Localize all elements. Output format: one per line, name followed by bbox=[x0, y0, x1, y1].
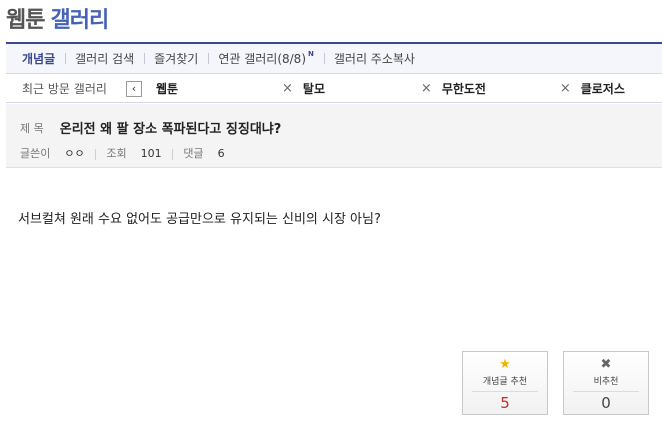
recent-gallery-name[interactable]: 클로저스 bbox=[581, 80, 625, 97]
tab-related-galleries[interactable]: 연관 갤러리(8/8) N bbox=[208, 50, 324, 67]
page-title[interactable]: 웹툰 갤러리 bbox=[6, 2, 109, 33]
views-count: 101 bbox=[140, 146, 162, 160]
tab-related-galleries-label: 연관 갤러리(8/8) bbox=[218, 52, 307, 66]
close-icon[interactable]: × bbox=[282, 81, 293, 96]
recent-galleries-bar: 최근 방문 갤러리 ‹ 웹툰 × 탈모 × 무한도전 × 클로저스 bbox=[6, 75, 662, 103]
recent-gallery-item[interactable]: × 탈모 bbox=[282, 80, 421, 97]
new-badge: N bbox=[308, 50, 314, 58]
gallery-nav-tabs: 개념글 갤러리 검색 즐겨찾기 연관 갤러리(8/8) N 갤러리 주소복사 bbox=[6, 42, 662, 74]
page-title-part1: 웹툰 bbox=[6, 8, 45, 33]
post-header: 제 목 온리전 왜 팔 장소 폭파된다고 징징대냐? 글쓴이 ㅇㅇ | 조회 1… bbox=[6, 104, 662, 168]
recent-gallery-name[interactable]: 탈모 bbox=[303, 80, 421, 97]
chevron-left-icon[interactable]: ‹ bbox=[126, 80, 142, 97]
not-recommend-label: 비추천 bbox=[593, 377, 619, 387]
recommend-label: 개념글 추천 bbox=[482, 377, 528, 387]
comments-label: 댓글 bbox=[183, 147, 204, 160]
close-icon[interactable]: × bbox=[421, 81, 432, 96]
recent-galleries-label: 최근 방문 갤러리 bbox=[22, 82, 107, 96]
recommend-button[interactable]: ★ 개념글 추천 5 bbox=[462, 351, 548, 415]
author-name[interactable]: ㅇㅇ bbox=[64, 145, 84, 161]
meta-divider: | bbox=[170, 146, 175, 160]
recent-gallery-item[interactable]: × 클로저스 bbox=[560, 80, 625, 97]
x-icon: ✖ bbox=[600, 357, 612, 372]
post-subject-row: 제 목 온리전 왜 팔 장소 폭파된다고 징징대냐? bbox=[20, 118, 282, 138]
recent-gallery-item[interactable]: 웹툰 bbox=[156, 80, 282, 97]
post-subject: 온리전 왜 팔 장소 폭파된다고 징징대냐? bbox=[59, 122, 282, 137]
recommend-count: 5 bbox=[500, 394, 510, 412]
tab-concept-posts[interactable]: 개념글 bbox=[20, 50, 65, 67]
vote-divider bbox=[472, 391, 538, 392]
tab-favorites[interactable]: 즐겨찾기 bbox=[144, 50, 208, 67]
recent-gallery-item[interactable]: × 무한도전 bbox=[421, 80, 560, 97]
views-label: 조회 bbox=[106, 147, 127, 160]
comments-count[interactable]: 6 bbox=[218, 147, 225, 160]
subject-label: 제 목 bbox=[20, 121, 44, 135]
meta-divider: | bbox=[93, 146, 98, 160]
tab-copy-gallery-address[interactable]: 갤러리 주소복사 bbox=[323, 50, 425, 67]
star-icon: ★ bbox=[499, 357, 511, 372]
post-body: 서브컬쳐 원래 수요 없어도 공급만으로 유지되는 신비의 시장 아님? bbox=[18, 212, 381, 227]
tab-gallery-search[interactable]: 갤러리 검색 bbox=[65, 50, 144, 67]
vote-divider bbox=[573, 391, 639, 392]
recent-gallery-name[interactable]: 무한도전 bbox=[442, 80, 560, 97]
author-label: 글쓴이 bbox=[20, 147, 51, 160]
page-title-part2: 갤러리 bbox=[50, 8, 109, 33]
not-recommend-button[interactable]: ✖ 비추천 0 bbox=[563, 351, 649, 415]
post-meta-row: 글쓴이 ㅇㅇ | 조회 101 | 댓글 6 bbox=[20, 145, 225, 161]
not-recommend-count: 0 bbox=[601, 394, 611, 412]
recent-gallery-name[interactable]: 웹툰 bbox=[156, 80, 178, 97]
close-icon[interactable]: × bbox=[560, 81, 571, 96]
